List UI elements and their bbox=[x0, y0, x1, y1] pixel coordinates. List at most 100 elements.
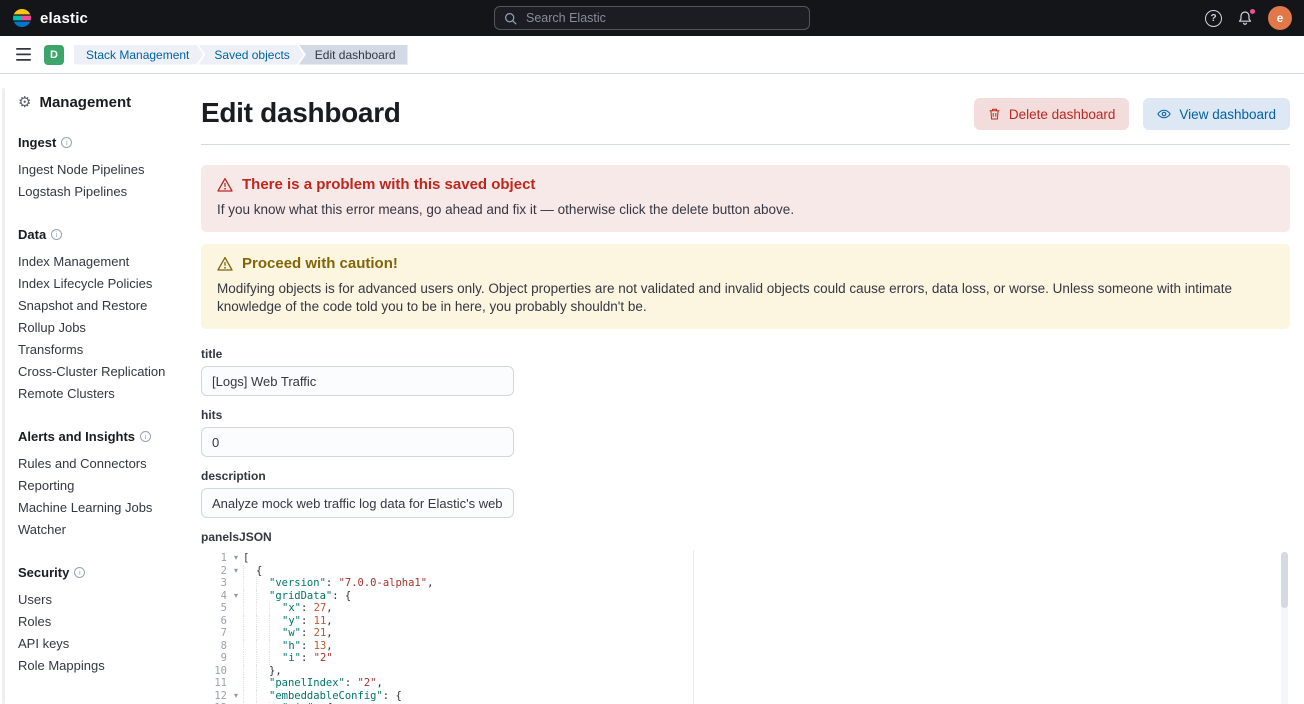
form-field: hits bbox=[201, 408, 1290, 457]
sidebar-item-machine-learning-jobs[interactable]: Machine Learning Jobs bbox=[18, 497, 168, 519]
fold-arrow-icon[interactable]: ▾ bbox=[229, 590, 243, 603]
alert-icon bbox=[217, 177, 233, 193]
user-avatar[interactable]: e bbox=[1268, 6, 1292, 30]
info-icon[interactable]: i bbox=[74, 567, 85, 578]
sidebar-section-heading: Datai bbox=[18, 227, 168, 242]
editor-line[interactable]: 11"panelIndex": "2", bbox=[201, 677, 1290, 690]
sidebar-item-rollup-jobs[interactable]: Rollup Jobs bbox=[18, 317, 168, 339]
panels-json-block: panelsJSON 1▾[2▾{3"version": "7.0.0-alph… bbox=[201, 530, 1290, 704]
notification-badge bbox=[1249, 8, 1256, 15]
sidebar-scrollbar[interactable] bbox=[2, 88, 5, 704]
warning-callout-title: Proceed with caution! bbox=[242, 255, 398, 272]
json-editor[interactable]: 1▾[2▾{3"version": "7.0.0-alpha1",4▾"grid… bbox=[201, 550, 1290, 704]
notifications-icon[interactable] bbox=[1237, 10, 1253, 26]
editor-scrollbar[interactable] bbox=[1281, 552, 1288, 704]
sidebar-section-heading: Alerts and Insightsi bbox=[18, 429, 168, 444]
editor-line[interactable]: 1▾[ bbox=[201, 552, 1290, 565]
space-avatar[interactable]: D bbox=[44, 45, 64, 65]
sidebar-item-ingest-node-pipelines[interactable]: Ingest Node Pipelines bbox=[18, 159, 168, 181]
field-input-description[interactable] bbox=[201, 488, 514, 518]
sidebar-item-reporting[interactable]: Reporting bbox=[18, 475, 168, 497]
sidebar-item-cross-cluster-replication[interactable]: Cross-Cluster Replication bbox=[18, 361, 168, 383]
fold-arrow-icon[interactable]: ▾ bbox=[229, 565, 243, 578]
editor-scrollbar-thumb[interactable] bbox=[1281, 552, 1288, 608]
breadcrumb-item: Edit dashboard bbox=[299, 45, 408, 65]
editor-line[interactable]: 4▾"gridData": { bbox=[201, 590, 1290, 603]
sidebar-item-rules-and-connectors[interactable]: Rules and Connectors bbox=[18, 453, 168, 475]
sidebar-item-remote-clusters[interactable]: Remote Clusters bbox=[18, 383, 168, 405]
editor-code: "version": "7.0.0-alpha1", bbox=[243, 577, 433, 590]
breadcrumb-item[interactable]: Stack Management bbox=[74, 45, 203, 65]
line-number: 5 bbox=[201, 602, 229, 615]
sidebar-item-index-lifecycle-policies[interactable]: Index Lifecycle Policies bbox=[18, 273, 168, 295]
page-header: Edit dashboard Delete dashboard View das… bbox=[201, 96, 1290, 130]
editor-line[interactable]: 9 "i": "2" bbox=[201, 652, 1290, 665]
breadcrumb-item[interactable]: Saved objects bbox=[198, 45, 303, 65]
sidebar-title-label: Management bbox=[39, 94, 131, 111]
search-input[interactable] bbox=[524, 10, 800, 26]
editor-code: "h": 13, bbox=[243, 640, 333, 653]
editor-line[interactable]: 7"w": 21, bbox=[201, 627, 1290, 640]
sidebar-item-api-keys[interactable]: API keys bbox=[18, 633, 168, 655]
line-number: 10 bbox=[201, 665, 229, 678]
sidebar-item-roles[interactable]: Roles bbox=[18, 611, 168, 633]
search-icon bbox=[504, 12, 517, 25]
editor-code: "panelIndex": "2", bbox=[243, 677, 383, 690]
sidebar-section-heading: Ingesti bbox=[18, 135, 168, 150]
info-icon[interactable]: i bbox=[51, 229, 62, 240]
field-input-title[interactable] bbox=[201, 366, 514, 396]
editor-code: [ bbox=[243, 552, 249, 565]
sidebar-item-watcher[interactable]: Watcher bbox=[18, 519, 168, 541]
sidebar-item-logstash-pipelines[interactable]: Logstash Pipelines bbox=[18, 181, 168, 203]
global-search[interactable] bbox=[494, 6, 810, 30]
editor-line[interactable]: 3"version": "7.0.0-alpha1", bbox=[201, 577, 1290, 590]
top-header: elastic ? e bbox=[0, 0, 1304, 36]
fold-arrow-icon[interactable]: ▾ bbox=[229, 552, 243, 565]
editor-code: "gridData": { bbox=[243, 590, 351, 603]
elastic-logo[interactable]: elastic bbox=[0, 8, 100, 28]
field-label-description: description bbox=[201, 469, 1290, 483]
sidebar-section: Securityi UsersRolesAPI keysRole Mappings bbox=[18, 565, 168, 677]
sidebar-section-heading: Securityi bbox=[18, 565, 168, 580]
editor-code: "x": 27, bbox=[243, 602, 333, 615]
delete-dashboard-button[interactable]: Delete dashboard bbox=[974, 98, 1130, 130]
line-number: 9 bbox=[201, 652, 229, 665]
line-number: 2 bbox=[201, 565, 229, 578]
edit-form: title hits description bbox=[201, 347, 1290, 518]
error-callout: There is a problem with this saved objec… bbox=[201, 165, 1290, 232]
fold-arrow-icon[interactable]: ▾ bbox=[229, 690, 243, 703]
editor-line[interactable]: 8 "h": 13, bbox=[201, 640, 1290, 653]
info-icon[interactable]: i bbox=[140, 431, 151, 442]
editor-line[interactable]: 12▾"embeddableConfig": { bbox=[201, 690, 1290, 703]
editor-line[interactable]: 6"y": 11, bbox=[201, 615, 1290, 628]
editor-code: { bbox=[243, 565, 262, 578]
editor-code: "i": "2" bbox=[243, 652, 333, 665]
sidebar-item-transforms[interactable]: Transforms bbox=[18, 339, 168, 361]
editor-line[interactable]: 2▾{ bbox=[201, 565, 1290, 578]
menu-icon[interactable] bbox=[8, 40, 38, 70]
sidebar-sections: Ingesti Ingest Node PipelinesLogstash Pip… bbox=[18, 135, 168, 677]
sidebar-title: ⚙ Management bbox=[18, 94, 168, 111]
info-icon[interactable]: i bbox=[61, 137, 72, 148]
help-icon[interactable]: ? bbox=[1205, 10, 1222, 27]
line-number: 12 bbox=[201, 690, 229, 703]
editor-code: "w": 21, bbox=[243, 627, 333, 640]
editor-line[interactable]: 5 "x": 27, bbox=[201, 602, 1290, 615]
line-number: 6 bbox=[201, 615, 229, 628]
line-number: 4 bbox=[201, 590, 229, 603]
fold-gutter bbox=[229, 640, 243, 653]
fold-gutter bbox=[229, 627, 243, 640]
fold-gutter bbox=[229, 602, 243, 615]
line-number: 8 bbox=[201, 640, 229, 653]
editor-code: "embeddableConfig": { bbox=[243, 690, 402, 703]
form-field: title bbox=[201, 347, 1290, 396]
print-margin-line bbox=[693, 550, 694, 704]
editor-line[interactable]: 10}, bbox=[201, 665, 1290, 678]
sidebar-item-role-mappings[interactable]: Role Mappings bbox=[18, 655, 168, 677]
sidebar-item-index-management[interactable]: Index Management bbox=[18, 251, 168, 273]
sidebar-item-users[interactable]: Users bbox=[18, 589, 168, 611]
field-input-hits[interactable] bbox=[201, 427, 514, 457]
sidebar-item-snapshot-and-restore[interactable]: Snapshot and Restore bbox=[18, 295, 168, 317]
view-dashboard-button[interactable]: View dashboard bbox=[1143, 98, 1290, 130]
divider bbox=[201, 144, 1290, 145]
